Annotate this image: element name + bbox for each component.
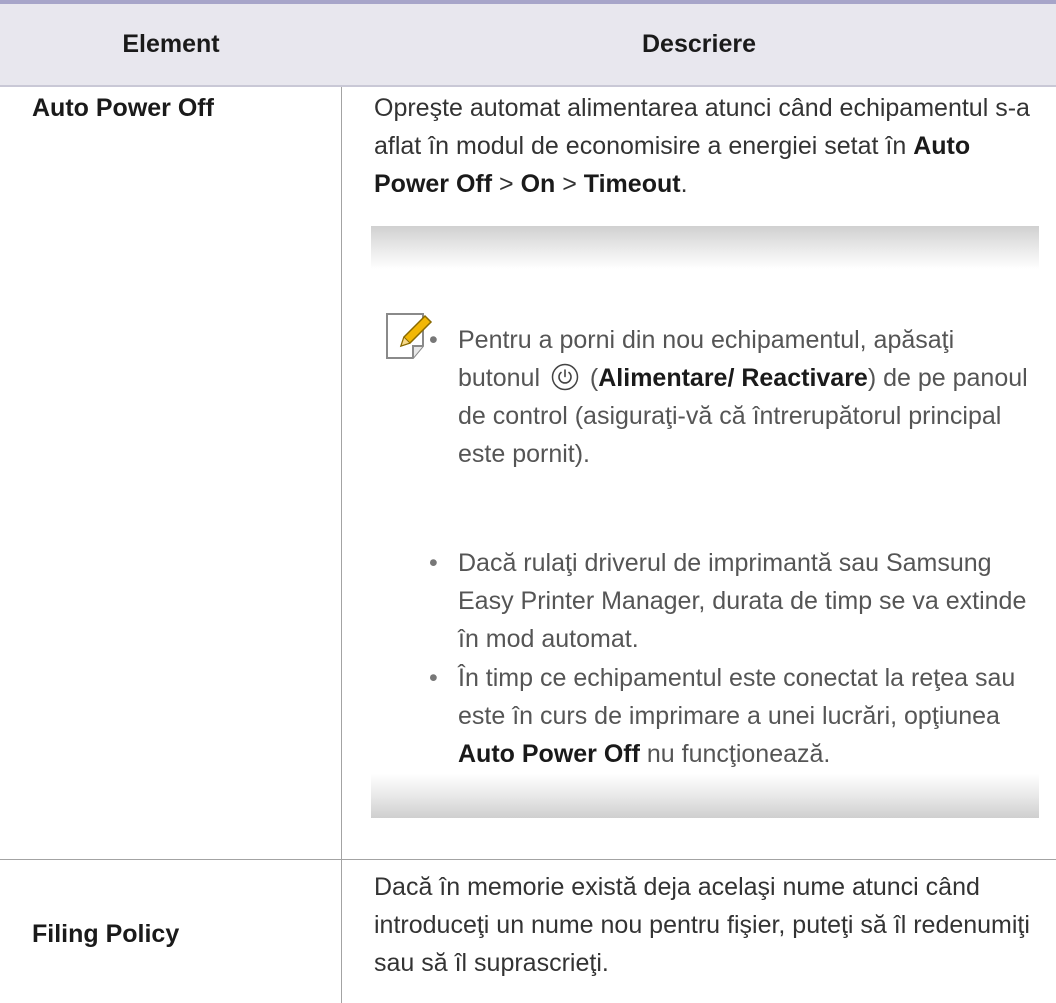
- bullet-marker: •: [429, 326, 438, 354]
- note-bullet-driver: Dacă rulaţi driverul de imprimantă sau S…: [458, 549, 1027, 653]
- power-button-icon: [551, 364, 579, 391]
- table-header-row: Element Descriere: [0, 4, 1056, 85]
- row-label-auto-power-off: Auto Power Off: [32, 94, 214, 122]
- row-description-filing-policy: Dacă în memorie există deja acelaşi nume…: [374, 873, 1030, 977]
- note-box: • Pentru a porni din nou echipamentul, a…: [371, 226, 1039, 818]
- header-element: Element: [122, 30, 220, 58]
- bullet-marker: •: [429, 549, 438, 577]
- row-description-auto-power-off: Opreşte automat alimentarea atunci când …: [374, 94, 1030, 198]
- row-label-filing-policy: Filing Policy: [32, 920, 180, 948]
- note-top-band: [371, 226, 1039, 269]
- note-bottom-band: [371, 774, 1039, 818]
- column-divider: [341, 87, 342, 1003]
- note-bullet-network: În timp ce echipamentul este conectat la…: [458, 664, 1016, 768]
- row-divider: [0, 859, 1056, 860]
- header-bottom-rule: [0, 85, 1056, 87]
- note-bullet-power-on: Pentru a porni din nou echipamentul, apă…: [458, 326, 1028, 468]
- header-description: Descriere: [642, 30, 756, 58]
- bullet-marker: •: [429, 664, 438, 692]
